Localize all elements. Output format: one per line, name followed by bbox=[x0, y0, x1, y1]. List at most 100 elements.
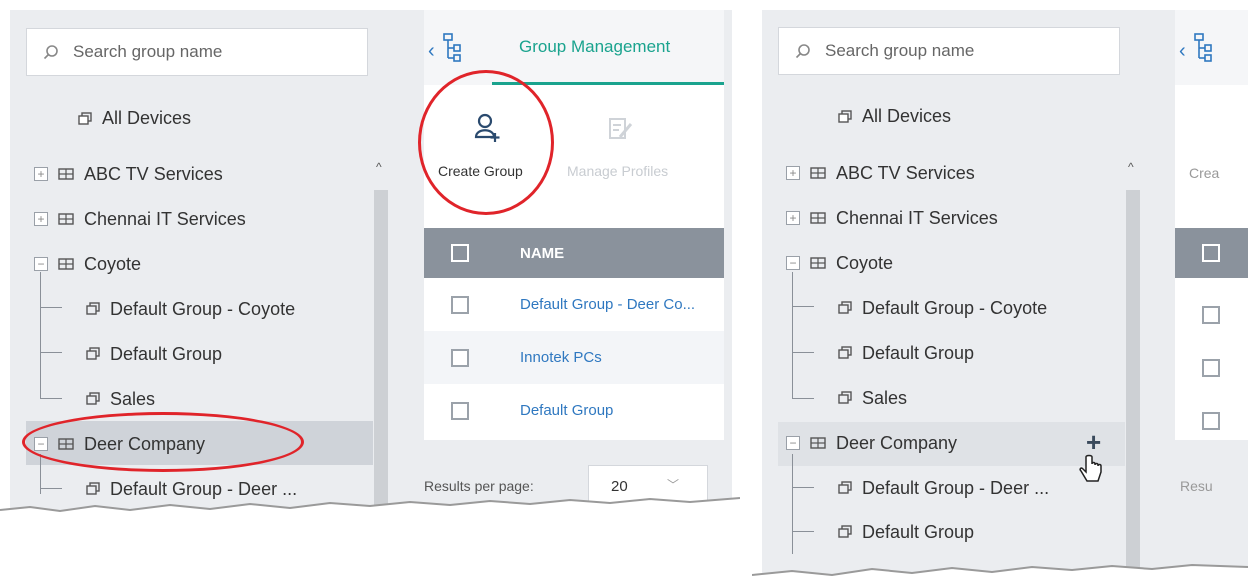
all-devices-item[interactable]: All Devices bbox=[838, 106, 951, 127]
tree-connector bbox=[792, 306, 814, 307]
group-icon bbox=[838, 346, 852, 360]
scroll-up-arrow-icon[interactable]: ^ bbox=[376, 160, 382, 174]
table-row[interactable]: Innotek PCs bbox=[424, 331, 724, 384]
tree-item-chennai-it-services[interactable]: + Chennai IT Services bbox=[786, 198, 998, 238]
group-name-link[interactable]: Innotek PCs bbox=[520, 349, 602, 366]
tree-item-chennai-it-services[interactable]: + Chennai IT Services bbox=[34, 199, 246, 239]
create-group-partial-label[interactable]: Crea bbox=[1189, 165, 1219, 181]
devices-icon bbox=[838, 109, 852, 123]
tree-item-default-group-coyote[interactable]: Default Group - Coyote bbox=[86, 289, 295, 329]
tree-item-deer-company[interactable]: − Deer Company bbox=[786, 423, 957, 463]
tree-connector bbox=[792, 531, 814, 532]
tree-item-label: Coyote bbox=[84, 253, 142, 274]
collapse-minus-icon[interactable]: − bbox=[786, 256, 800, 270]
tree-item-label: Default Group - Coyote bbox=[110, 298, 296, 319]
tree-item-abc-tv-services[interactable]: + ABC TV Services bbox=[34, 154, 223, 194]
tree-item-default-group[interactable]: Default Group bbox=[86, 334, 222, 374]
tree-item-label: Sales bbox=[110, 388, 156, 409]
devices-icon bbox=[78, 111, 92, 125]
left-search-input[interactable] bbox=[71, 41, 345, 63]
tree-item-label: Coyote bbox=[836, 252, 894, 273]
group-name-link[interactable]: Default Group bbox=[520, 402, 613, 419]
row-checkbox[interactable] bbox=[1202, 306, 1220, 324]
right-partial-content: ‹ Crea bbox=[1175, 10, 1248, 440]
search-icon bbox=[795, 44, 810, 59]
collapse-minus-icon[interactable]: − bbox=[34, 257, 48, 271]
left-search-field[interactable] bbox=[26, 28, 368, 76]
tree-item-label: Default Group bbox=[862, 342, 975, 363]
tree-item-abc-tv-services[interactable]: + ABC TV Services bbox=[786, 153, 975, 193]
manage-profiles-button[interactable]: Manage Profiles bbox=[564, 105, 694, 195]
group-icon bbox=[86, 392, 100, 406]
expand-plus-icon[interactable]: + bbox=[786, 211, 800, 225]
torn-paper-edge bbox=[752, 563, 1248, 585]
tree-connector bbox=[40, 272, 41, 398]
right-tree-scrollbar[interactable] bbox=[1126, 190, 1140, 575]
tree-item-coyote[interactable]: − Coyote bbox=[34, 244, 141, 284]
tree-connector bbox=[792, 454, 793, 554]
select-all-checkbox[interactable] bbox=[1202, 244, 1220, 262]
row-checkbox[interactable] bbox=[1202, 359, 1220, 377]
group-icon bbox=[838, 391, 852, 405]
tree-item-label: Default Group - Deer ... bbox=[862, 477, 1050, 498]
tree-item-label: Default Group bbox=[862, 521, 975, 542]
right-group-tree-panel: All Devices ^ + ABC TV Services + Chenna… bbox=[762, 10, 1150, 575]
left-tree-scrollbar[interactable] bbox=[374, 190, 388, 510]
tab-group-management[interactable]: Group Management bbox=[519, 37, 670, 57]
tree-item-label: Chennai IT Services bbox=[836, 207, 998, 228]
tree-structure-icon[interactable] bbox=[442, 32, 462, 62]
collapse-minus-icon[interactable]: − bbox=[786, 436, 800, 450]
group-icon bbox=[86, 347, 100, 361]
group-name-link[interactable]: Default Group - Deer Co... bbox=[520, 296, 695, 313]
tree-connector bbox=[792, 487, 814, 488]
group-icon bbox=[838, 301, 852, 315]
all-devices-item[interactable]: All Devices bbox=[78, 108, 191, 129]
results-partial-label: Resu bbox=[1180, 478, 1213, 494]
company-icon bbox=[810, 256, 826, 270]
search-icon bbox=[43, 45, 58, 60]
company-icon bbox=[58, 212, 74, 226]
tree-item-default-group-2[interactable]: Default Group bbox=[838, 512, 974, 552]
tree-item-label: ABC TV Services bbox=[836, 162, 975, 183]
group-icon bbox=[838, 525, 852, 539]
tree-item-label: Chennai IT Services bbox=[84, 208, 246, 229]
tree-connector bbox=[40, 307, 62, 308]
manage-profiles-label: Manage Profiles bbox=[567, 163, 669, 179]
tree-item-default-group-coyote[interactable]: Default Group - Coyote bbox=[838, 288, 1047, 328]
expand-plus-icon[interactable]: + bbox=[34, 167, 48, 181]
tree-structure-icon[interactable] bbox=[1193, 32, 1213, 62]
select-all-checkbox[interactable] bbox=[451, 244, 469, 262]
highlight-ring-create-group bbox=[418, 70, 554, 215]
tree-item-default-group-deer[interactable]: Default Group - Deer ... bbox=[838, 468, 1049, 508]
expand-plus-icon[interactable]: + bbox=[34, 212, 48, 226]
tree-item-default-group[interactable]: Default Group bbox=[838, 333, 974, 373]
group-icon bbox=[86, 302, 100, 316]
highlight-ring-deer-company bbox=[22, 412, 304, 472]
collapse-arrow-icon[interactable]: ‹ bbox=[428, 40, 435, 63]
table-row[interactable]: Default Group bbox=[424, 384, 724, 437]
edit-profile-icon bbox=[609, 118, 633, 139]
tree-item-label: Deer Company bbox=[836, 432, 958, 453]
all-devices-label: All Devices bbox=[102, 108, 192, 128]
row-checkbox[interactable] bbox=[451, 296, 469, 314]
row-checkbox[interactable] bbox=[1202, 412, 1220, 430]
row-checkbox[interactable] bbox=[451, 402, 469, 420]
scroll-up-arrow-icon[interactable]: ^ bbox=[1128, 160, 1134, 174]
company-icon bbox=[810, 166, 826, 180]
right-search-input[interactable] bbox=[823, 40, 1097, 62]
tree-connector bbox=[792, 352, 814, 353]
collapse-arrow-icon[interactable]: ‹ bbox=[1179, 40, 1186, 63]
right-search-field[interactable] bbox=[778, 27, 1120, 75]
table-row[interactable]: Default Group - Deer Co... bbox=[424, 278, 724, 331]
tree-connector bbox=[792, 398, 814, 399]
partial-table-header bbox=[1175, 228, 1248, 278]
row-checkbox[interactable] bbox=[451, 349, 469, 367]
name-column-header[interactable]: NAME bbox=[520, 245, 564, 262]
tree-item-sales[interactable]: Sales bbox=[838, 378, 907, 418]
tree-item-coyote[interactable]: − Coyote bbox=[786, 243, 893, 283]
expand-plus-icon[interactable]: + bbox=[786, 166, 800, 180]
tree-connector bbox=[792, 272, 793, 398]
tree-item-label: ABC TV Services bbox=[84, 163, 223, 184]
company-icon bbox=[58, 257, 74, 271]
tree-item-label: Default Group - Coyote bbox=[862, 297, 1048, 318]
